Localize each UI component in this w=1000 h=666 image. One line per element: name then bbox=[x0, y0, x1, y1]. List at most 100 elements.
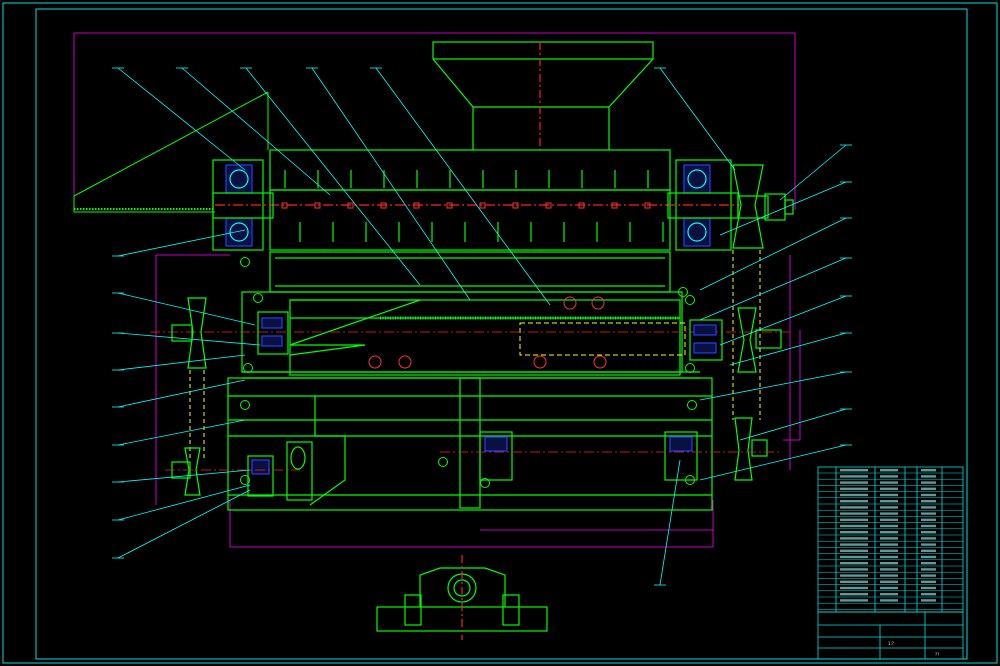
table-cell-text bbox=[880, 512, 898, 515]
table-cell-text bbox=[840, 562, 868, 565]
table-cell-text bbox=[921, 531, 936, 534]
leader-line bbox=[659, 459, 681, 586]
table-cell-text bbox=[840, 580, 868, 583]
table-cell-text bbox=[840, 549, 868, 552]
table-cell-text bbox=[880, 549, 898, 552]
leader-line bbox=[117, 419, 246, 446]
leader-line bbox=[117, 332, 261, 346]
table-cell-text bbox=[880, 524, 898, 528]
table-cell-text bbox=[840, 518, 868, 521]
frame-bolt bbox=[240, 257, 250, 267]
sieve-hole bbox=[533, 355, 547, 369]
table-cell-text bbox=[840, 469, 868, 472]
table-cell-text bbox=[921, 568, 936, 571]
cad-drawing-canvas: 1:? ?? bbox=[2, 2, 998, 664]
leader-line bbox=[117, 67, 246, 171]
table-cell-text bbox=[840, 574, 868, 577]
sieve-holes bbox=[368, 296, 607, 369]
table-cell-text bbox=[840, 586, 868, 590]
sieve-hole bbox=[368, 355, 382, 369]
table-cell-text bbox=[921, 475, 936, 478]
leader-line bbox=[181, 67, 331, 196]
leader-line bbox=[117, 292, 256, 326]
leader-line bbox=[779, 144, 847, 201]
table-cell-text bbox=[880, 555, 898, 559]
table-cell-text bbox=[880, 506, 898, 509]
table-cell-text bbox=[921, 493, 936, 497]
lower-shafts bbox=[171, 417, 768, 497]
leader-line bbox=[117, 469, 251, 483]
drum-teeth-bottom bbox=[299, 222, 664, 242]
table-cell-text bbox=[921, 524, 936, 528]
drawing-number: ?? bbox=[935, 652, 939, 657]
table-cell-text bbox=[840, 512, 868, 515]
leader-line bbox=[699, 371, 847, 401]
frame-bolt bbox=[685, 295, 695, 305]
table-cell-text bbox=[840, 475, 868, 478]
table-cell-text bbox=[880, 481, 898, 484]
table-cell-text bbox=[840, 599, 868, 602]
table-cell-text bbox=[921, 586, 936, 590]
left-middle-pulley bbox=[171, 297, 289, 369]
table-cell-text bbox=[840, 524, 868, 528]
table-cell-text bbox=[880, 531, 898, 534]
table-cell-text bbox=[880, 574, 898, 577]
frame-bolt bbox=[438, 457, 448, 467]
table-cell-text bbox=[840, 493, 868, 497]
table-cell-text bbox=[921, 518, 936, 521]
table-cell-text bbox=[880, 518, 898, 521]
leader-line bbox=[375, 67, 551, 306]
table-cell-text bbox=[921, 549, 936, 552]
title-block bbox=[817, 611, 964, 660]
feed-chute bbox=[73, 91, 269, 213]
leader-line bbox=[117, 379, 246, 408]
table-cell-text bbox=[880, 568, 898, 571]
table-cell-text bbox=[921, 500, 936, 503]
frame-bolt bbox=[253, 293, 263, 303]
sieve-hole bbox=[593, 355, 607, 369]
lower-frame bbox=[227, 377, 713, 511]
bearing-seat-detail bbox=[376, 555, 548, 640]
sieve-hidden-outline bbox=[519, 322, 686, 356]
sieve-section bbox=[241, 291, 700, 379]
table-cell-text bbox=[880, 580, 898, 583]
leader-line bbox=[699, 217, 847, 291]
sieve-hole bbox=[591, 296, 605, 310]
table-cell-text bbox=[840, 568, 868, 571]
table-cell-text bbox=[840, 555, 868, 559]
frame-bolt bbox=[243, 363, 253, 373]
table-cell-text bbox=[880, 599, 898, 602]
table-cell-text bbox=[840, 506, 868, 509]
leader-line bbox=[699, 444, 847, 481]
feed-hopper bbox=[432, 41, 654, 150]
table-cell-text bbox=[921, 481, 936, 484]
table-cell-text bbox=[840, 487, 868, 490]
right-middle-pulley bbox=[689, 307, 782, 373]
table-cell-text bbox=[880, 487, 898, 490]
table-cell-text bbox=[880, 586, 898, 590]
table-cell-text bbox=[921, 555, 936, 559]
leader-line bbox=[659, 67, 736, 171]
table-cell-text bbox=[921, 580, 936, 583]
table-cell-text bbox=[880, 493, 898, 497]
frame-bolt bbox=[685, 363, 695, 373]
upper-drive-pulley bbox=[732, 164, 794, 249]
scale-label: 1:? bbox=[888, 641, 894, 646]
frame-bolt bbox=[240, 400, 250, 410]
table-cell-text bbox=[880, 543, 898, 546]
sieve-hole bbox=[563, 296, 577, 310]
drum-teeth-top bbox=[284, 170, 649, 188]
table-cell-text bbox=[921, 562, 936, 565]
leader-line bbox=[729, 332, 847, 366]
table-cell-text bbox=[880, 469, 898, 472]
drive-belts bbox=[189, 250, 761, 460]
table-cell-text bbox=[840, 500, 868, 503]
table-cell-text bbox=[921, 512, 936, 515]
table-cell-text bbox=[880, 593, 898, 596]
table-cell-text bbox=[921, 593, 936, 596]
leader-line bbox=[311, 67, 471, 301]
table-cell-text bbox=[880, 537, 898, 540]
table-cell-text bbox=[921, 543, 936, 546]
table-cell-text bbox=[921, 537, 936, 540]
parts-list-entries bbox=[840, 469, 936, 602]
